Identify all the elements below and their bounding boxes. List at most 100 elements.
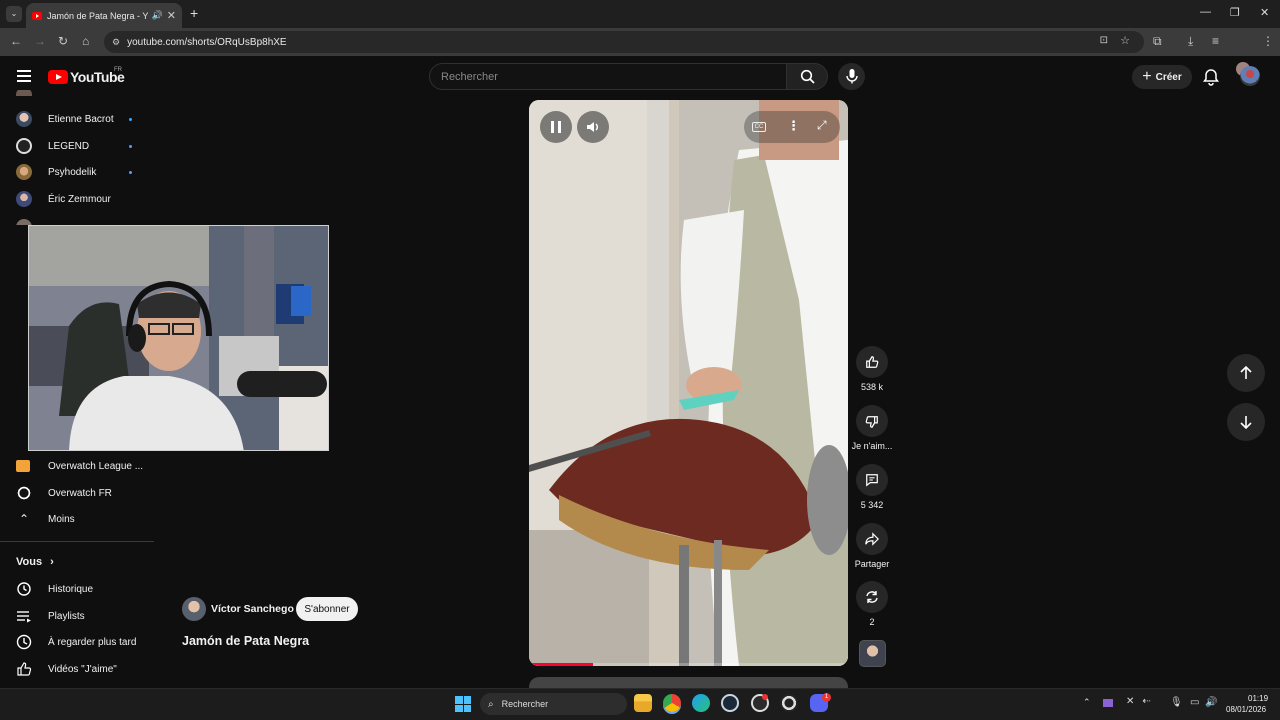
browser-menu-icon[interactable]: ⋮	[1262, 34, 1274, 48]
tab-audio-icon[interactable]: 🔊	[152, 10, 163, 21]
subscribe-button[interactable]: S'abonner	[296, 597, 358, 621]
microphone-tray-icon[interactable]: 🎙	[1170, 697, 1183, 708]
create-button[interactable]: + Créer	[1132, 65, 1192, 89]
sidebar-channel-legend[interactable]: LEGEND	[16, 136, 89, 156]
history-icon	[17, 582, 31, 596]
sidebar-channel-eric-zemmour[interactable]: Éric Zemmour	[16, 189, 111, 209]
sidebar-item-playlists[interactable]: Playlists	[16, 606, 85, 626]
minimize-icon[interactable]: —	[1200, 6, 1211, 18]
account-avatar[interactable]	[1240, 66, 1260, 86]
channel-avatar	[16, 164, 32, 180]
sidebar-channel-etienne-bacrot[interactable]: Etienne Bacrot	[16, 109, 114, 129]
next-short-preview[interactable]	[529, 677, 848, 688]
previous-short-button[interactable]	[1227, 354, 1265, 392]
you-section-header[interactable]: Vous ›	[16, 552, 54, 572]
back-icon[interactable]: ←	[10, 34, 22, 48]
volume-tray-icon[interactable]: 🔊	[1205, 697, 1217, 708]
show-less-button[interactable]: ⌃ Moins	[16, 509, 75, 529]
like-button[interactable]	[856, 346, 888, 378]
tab-close-icon[interactable]: ✕	[167, 9, 176, 22]
downloads-icon[interactable]: ⤓	[1188, 34, 1193, 49]
sidebar-item-label: À regarder plus tard	[48, 636, 137, 648]
site-info-icon[interactable]: ⚙	[112, 37, 120, 48]
sound-thumbnail[interactable]	[859, 640, 886, 667]
dislike-label: Je n'aim...	[851, 441, 893, 451]
dislike-button[interactable]	[856, 405, 888, 437]
extensions-icon[interactable]: ⧉	[1153, 34, 1162, 49]
chevron-right-icon: ›	[50, 556, 54, 568]
discord-badge: 1	[822, 693, 831, 702]
volume-button[interactable]	[577, 111, 609, 143]
channel-name: Overwatch League ...	[48, 460, 144, 472]
channel-avatar[interactable]	[182, 597, 206, 621]
more-icon[interactable]: ⋮	[787, 118, 800, 134]
next-short-button[interactable]	[1227, 403, 1265, 441]
sidebar-channel-psyhodelik[interactable]: Psyhodelik	[16, 162, 96, 182]
reload-icon[interactable]: ↻	[58, 34, 68, 48]
taskbar-search[interactable]: ⌕ Rechercher	[480, 693, 627, 715]
voice-search-button[interactable]	[838, 63, 865, 90]
home-icon[interactable]: ⌂	[82, 34, 89, 48]
comments-button[interactable]	[856, 464, 888, 496]
install-app-icon[interactable]: ⊡	[1100, 35, 1108, 46]
sidebar-item-label: Historique	[48, 583, 94, 595]
cut-off-subscription-item[interactable]	[16, 90, 136, 96]
edge-icon[interactable]	[692, 694, 710, 712]
bookmark-star-icon[interactable]: ☆	[1120, 34, 1130, 47]
create-label: Créer	[1155, 71, 1182, 83]
overwatch-icon[interactable]	[780, 694, 798, 712]
taskbar-search-label: Rechercher	[501, 699, 549, 709]
tray-overflow-icon[interactable]: ⌃	[1083, 697, 1091, 708]
sidebar-item-liked-videos[interactable]: Vidéos "J'aime"	[16, 659, 117, 679]
search-icon: ⌕	[488, 698, 494, 710]
sidebar-channel-overwatch-league[interactable]: Overwatch League ...	[16, 456, 143, 476]
bell-icon[interactable]	[1203, 68, 1219, 86]
shorts-video-player[interactable]: CC ⋮ ⤢	[529, 100, 848, 666]
tray-icons[interactable]: ✕⇠	[1126, 696, 1159, 707]
clock-time[interactable]: 01:19	[1248, 694, 1268, 703]
remix-button[interactable]	[856, 581, 888, 613]
window-close-icon[interactable]: ✕	[1260, 6, 1269, 19]
country-code: FR	[114, 67, 122, 73]
steam-icon[interactable]	[721, 694, 739, 712]
cc-icon[interactable]: CC	[752, 122, 766, 132]
pause-button[interactable]	[540, 111, 572, 143]
file-explorer-icon[interactable]	[634, 694, 652, 712]
sidebar-item-watch-later[interactable]: À regarder plus tard	[16, 632, 136, 652]
new-tab-button[interactable]: +	[190, 5, 198, 21]
progress-track[interactable]	[529, 663, 848, 666]
sidebar-item-history[interactable]: Historique	[16, 579, 93, 599]
search-button[interactable]	[786, 63, 828, 90]
share-label: Partager	[854, 559, 890, 569]
address-bar[interactable]: ⚙ youtube.com/shorts/ORqUsBp8hXE ⊡ ☆	[104, 31, 1144, 53]
network-icon[interactable]: ▭	[1190, 697, 1199, 708]
new-content-dot	[129, 145, 132, 148]
media-control-icon[interactable]: ≡	[1212, 34, 1219, 48]
windows-start-icon[interactable]	[455, 696, 471, 712]
short-title[interactable]: Jamón de Pata Negra	[182, 634, 309, 648]
video-frame-image	[529, 100, 848, 666]
tray-app-icon[interactable]	[1103, 699, 1113, 707]
clock-date[interactable]: 08/01/2026	[1226, 705, 1266, 714]
tab-search-button[interactable]: ⌄	[6, 6, 22, 22]
search-input[interactable]: Rechercher	[429, 63, 787, 90]
browser-tab[interactable]: Jamón de Pata Negra - You 🔊 ✕	[26, 3, 182, 28]
forward-icon[interactable]: →	[34, 34, 46, 48]
webcam-overlay	[28, 225, 329, 451]
progress-fill	[529, 663, 593, 666]
arrow-down-icon	[1240, 416, 1252, 429]
channel-name[interactable]: Víctor Sanchego	[211, 603, 294, 615]
youtube-favicon-icon	[32, 11, 42, 20]
youtube-play-icon	[48, 70, 68, 84]
restore-icon[interactable]: ❐	[1230, 6, 1240, 19]
share-button[interactable]	[856, 523, 888, 555]
channel-name: Overwatch FR	[48, 487, 112, 499]
channel-name: LEGEND	[48, 140, 90, 152]
sidebar-channel-overwatch-fr[interactable]: Overwatch FR	[16, 483, 112, 503]
chrome-icon[interactable]	[663, 694, 681, 712]
new-content-dot	[129, 118, 132, 121]
fullscreen-icon[interactable]: ⤢	[817, 118, 827, 133]
youtube-logo[interactable]: YouTube FR	[48, 67, 125, 85]
search-placeholder: Rechercher	[441, 70, 498, 83]
guide-menu-icon[interactable]	[17, 70, 31, 82]
